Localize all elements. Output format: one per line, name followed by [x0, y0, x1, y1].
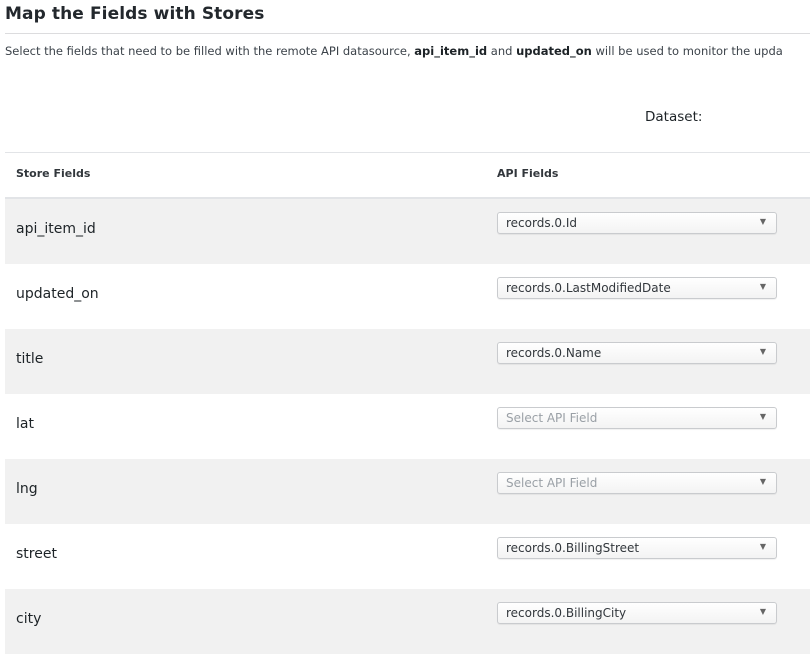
- api-field-select-value: records.0.Name: [506, 346, 602, 360]
- api-field-select[interactable]: records.0.LastModifiedDate ▼: [497, 277, 777, 299]
- description-field-api-item-id: api_item_id: [414, 44, 488, 58]
- api-field-select-value: records.0.BillingStreet: [506, 541, 640, 555]
- chevron-down-icon: ▼: [759, 477, 766, 486]
- store-field-name: lat: [16, 416, 34, 432]
- api-field-select-value: records.0.Id: [506, 216, 578, 230]
- table-row: title records.0.Name ▼: [5, 329, 810, 394]
- mapping-description: Select the fields that need to be filled…: [5, 44, 783, 58]
- api-field-select[interactable]: records.0.Id ▼: [497, 212, 777, 234]
- api-field-select-value: records.0.LastModifiedDate: [506, 281, 671, 295]
- fields-table-body: api_item_id records.0.Id ▼ updated_on re…: [5, 199, 810, 654]
- store-field-name: city: [16, 611, 42, 627]
- description-text-end: will be used to monitor the upda: [591, 44, 783, 58]
- api-field-select[interactable]: records.0.Name ▼: [497, 342, 777, 364]
- title-divider: [5, 33, 810, 34]
- table-row: street records.0.BillingStreet ▼: [5, 524, 810, 589]
- api-field-select[interactable]: records.0.BillingCity ▼: [497, 602, 777, 624]
- chevron-down-icon: ▼: [759, 347, 766, 356]
- api-field-select-placeholder: Select API Field: [506, 411, 598, 425]
- api-field-select[interactable]: Select API Field ▼: [497, 407, 777, 429]
- table-row: lat Select API Field ▼: [5, 394, 810, 459]
- description-text-middle: and: [487, 44, 517, 58]
- chevron-down-icon: ▼: [759, 412, 766, 421]
- store-field-name: title: [16, 351, 44, 367]
- chevron-down-icon: ▼: [759, 282, 766, 291]
- api-field-select[interactable]: Select API Field ▼: [497, 472, 777, 494]
- api-field-select[interactable]: records.0.BillingStreet ▼: [497, 537, 777, 559]
- store-field-name: updated_on: [16, 286, 99, 302]
- api-field-select-value: records.0.BillingCity: [506, 606, 627, 620]
- store-field-name: api_item_id: [16, 221, 96, 237]
- table-row: lng Select API Field ▼: [5, 459, 810, 524]
- page-title: Map the Fields with Stores: [5, 4, 265, 24]
- description-text-start: Select the fields that need to be filled…: [5, 44, 415, 58]
- chevron-down-icon: ▼: [759, 607, 766, 616]
- table-row: updated_on records.0.LastModifiedDate ▼: [5, 264, 810, 329]
- description-field-updated-on: updated_on: [516, 44, 592, 58]
- store-field-name: lng: [16, 481, 38, 497]
- fields-table-header: Store Fields API Fields: [5, 153, 810, 199]
- table-row: city records.0.BillingCity ▼: [5, 589, 810, 654]
- chevron-down-icon: ▼: [759, 217, 766, 226]
- dataset-label: Dataset:: [645, 109, 703, 125]
- chevron-down-icon: ▼: [759, 542, 766, 551]
- api-field-select-placeholder: Select API Field: [506, 476, 598, 490]
- store-fields-column-header: Store Fields: [16, 167, 91, 180]
- table-row: api_item_id records.0.Id ▼: [5, 199, 810, 264]
- store-field-name: street: [16, 546, 57, 562]
- api-fields-column-header: API Fields: [497, 167, 559, 180]
